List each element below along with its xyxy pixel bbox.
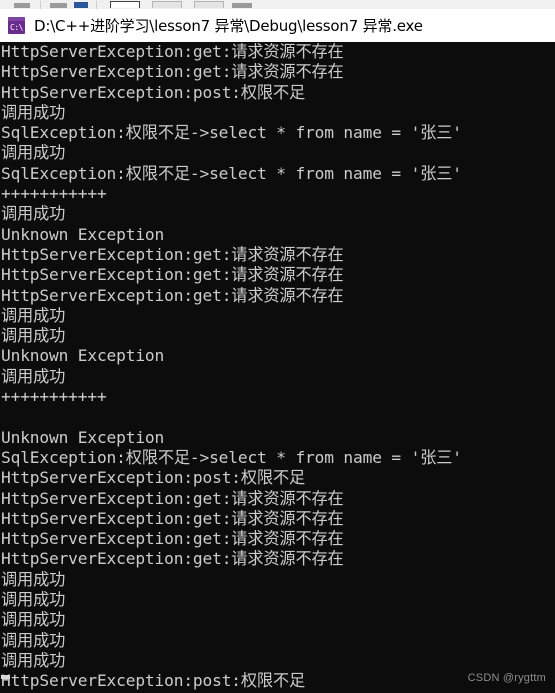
console-line: HttpServerException:get:请求资源不存在 [1,42,344,61]
toolbar-icon-4 [232,3,252,8]
console-line: HttpServerException:get:请求资源不存在 [1,244,344,264]
console-line: 调用成功 [1,610,66,630]
console-line: 调用成功 [1,650,66,670]
console-line: SqlException:权限不足->select * from name = … [1,447,462,467]
console-output-area[interactable]: HttpServerException:get:请求资源不存在 HttpServe… [0,42,555,693]
console-line: HttpServerException:get:请求资源不存在 [1,488,344,508]
console-line: HttpServerException:get:请求资源不存在 [1,285,344,305]
console-line: HttpServerException:get:请求资源不存在 [1,265,344,285]
watermark-label: CSDN @rygttm [467,672,546,684]
toolbar-button-3[interactable] [194,1,224,8]
console-line: HttpServerException:post:权限不足 [1,82,306,102]
console-line: 调用成功 [1,590,66,610]
icon-prompt-glyph: C:\ [10,23,23,32]
console-line: 调用成功 [1,143,66,163]
console-line: HttpServerException:get:请求资源不存在 [1,508,344,528]
window-title: D:\C++进阶学习\lesson7 异常\Debug\lesson7 异常.e… [34,17,423,35]
console-line-list: HttpServerException:get:请求资源不存在 HttpServe… [1,42,555,692]
console-cursor [1,675,10,679]
console-line: HttpServerException:get:请求资源不存在 [1,62,344,82]
console-line: 调用成功 [1,569,66,589]
toolbar-button-2[interactable] [152,1,182,8]
console-line: HttpServerException:get:请求资源不存在 [1,529,344,549]
console-line: 调用成功 [1,305,66,325]
console-line: HttpServerException:post:权限不足 [1,468,306,488]
window-titlebar: C:\ D:\C++进阶学习\lesson7 异常\Debug\lesson7 … [0,9,555,42]
console-line: 调用成功 [1,630,66,650]
console-app-icon: C:\ [8,17,25,34]
console-line: Unknown Exception [1,224,165,244]
toolbar-separator-2 [96,1,97,9]
console-line: 调用成功 [1,204,66,224]
console-line: 调用成功 [1,366,66,386]
toolbar-separator-1 [40,1,41,9]
toolbar-icon-3 [74,2,88,8]
console-line: Unknown Exception [1,427,165,447]
console-line: 调用成功 [1,102,66,122]
toolbar-icon-2 [50,3,67,8]
console-line: SqlException:权限不足->select * from name = … [1,123,462,143]
toolbar-button-active[interactable] [110,1,140,8]
console-line: +++++++++++ [1,184,107,204]
console-line: HttpServerException:get:请求资源不存在 [1,549,344,569]
toolbar-icon-1 [14,3,30,8]
console-window: C:\ D:\C++进阶学习\lesson7 异常\Debug\lesson7 … [0,0,555,693]
console-line: +++++++++++ [1,387,107,407]
console-line: Unknown Exception [1,346,165,366]
console-line: 调用成功 [1,326,66,346]
console-line: SqlException:权限不足->select * from name = … [1,163,462,183]
